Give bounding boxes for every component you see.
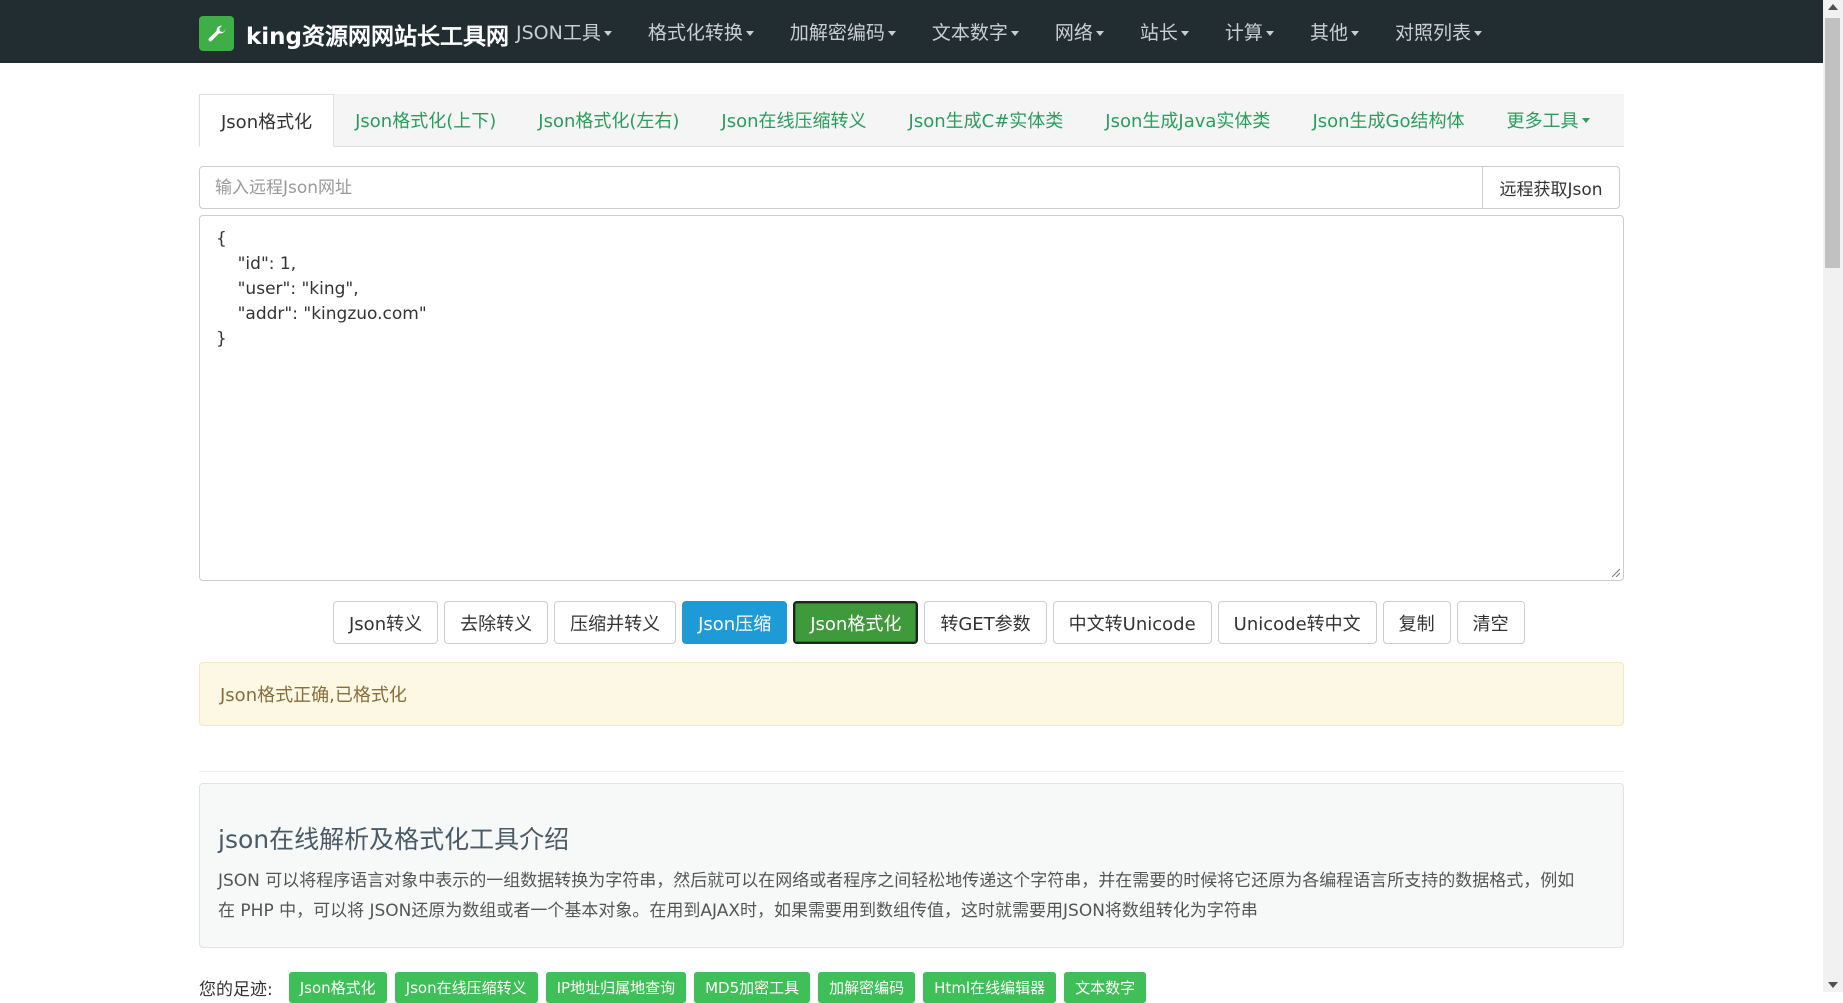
caret-down-icon [1180,31,1189,36]
nav-item-json-tools[interactable]: JSON工具 [516,18,612,45]
wrench-icon [199,16,234,51]
footprint-tag[interactable]: Json在线压缩转义 [394,972,538,1003]
caret-down-icon [745,31,754,36]
brand[interactable]: king资源网网站长工具网 [199,16,509,51]
clear-button[interactable]: 清空 [1456,601,1525,644]
nav-item-other[interactable]: 其他 [1310,18,1359,45]
footprint-tag[interactable]: Html在线编辑器 [923,972,1057,1003]
json-escape-button[interactable]: Json转义 [333,601,439,644]
json-compress-button[interactable]: Json压缩 [682,601,788,644]
nav-item-network[interactable]: 网络 [1055,18,1104,45]
nav-menu: JSON工具 格式化转换 加解密编码 文本数字 网络 站长 计算 其他 对照列表 [516,0,1518,63]
nav-item-reference-list[interactable]: 对照列表 [1395,18,1482,45]
footprint-tag[interactable]: 加解密编码 [818,972,916,1003]
tool-tabs: Json格式化 Json格式化(上下) Json格式化(左右) Json在线压缩… [199,94,1624,147]
caret-down-icon [1581,117,1590,123]
top-navbar: king资源网网站长工具网 JSON工具 格式化转换 加解密编码 文本数字 网络… [0,0,1823,63]
scrollbar-thumb[interactable] [1825,18,1840,268]
footprint-tag[interactable]: IP地址归属地查询 [545,972,687,1003]
scroll-down-arrow-icon[interactable] [1828,982,1838,988]
unicode-to-chinese-button[interactable]: Unicode转中文 [1217,601,1377,644]
caret-down-icon [1350,31,1359,36]
tab-json-format-vertical[interactable]: Json格式化(上下) [334,94,517,146]
caret-down-icon [887,31,896,36]
status-message: Json格式正确,已格式化 [220,685,407,706]
caret-down-icon [1010,31,1019,36]
nav-item-webmaster[interactable]: 站长 [1140,18,1189,45]
action-buttons: Json转义 去除转义 压缩并转义 Json压缩 Json格式化 转GET参数 … [333,601,1531,644]
footprint-tag[interactable]: MD5加密工具 [694,972,811,1003]
caret-down-icon [603,31,612,36]
caret-down-icon [1473,31,1482,36]
intro-text: JSON 可以将程序语言对象中表示的一组数据转换为字符串，然后就可以在网络或者程… [218,871,1575,921]
tab-json-format[interactable]: Json格式化 [199,94,335,147]
intro-title: json在线解析及格式化工具介绍 [218,825,570,854]
tab-json-format-horizontal[interactable]: Json格式化(左右) [517,94,700,146]
tab-more-tools[interactable]: 更多工具 [1486,94,1611,146]
json-format-button[interactable]: Json格式化 [793,601,919,644]
json-editor[interactable] [199,215,1624,581]
remote-url-group: 远程获取Json [199,166,1620,209]
nav-item-encrypt-encode[interactable]: 加解密编码 [790,18,896,45]
intro-panel: json在线解析及格式化工具介绍 JSON 可以将程序语言对象中表示的一组数据转… [199,783,1624,948]
remove-escape-button[interactable]: 去除转义 [444,601,549,644]
compress-escape-button[interactable]: 压缩并转义 [554,601,677,644]
fetch-remote-json-button[interactable]: 远程获取Json [1482,166,1620,209]
footprints: 您的足迹: Json格式化 Json在线压缩转义 IP地址归属地查询 MD5加密… [199,972,1154,1003]
chinese-to-unicode-button[interactable]: 中文转Unicode [1052,601,1212,644]
caret-down-icon [1265,31,1274,36]
status-alert: Json格式正确,已格式化 [199,662,1624,726]
nav-item-format-convert[interactable]: 格式化转换 [648,18,754,45]
caret-down-icon [1095,31,1104,36]
copy-button[interactable]: 复制 [1382,601,1451,644]
resize-grip-icon[interactable] [1610,567,1620,577]
tab-json-to-go[interactable]: Json生成Go结构体 [1291,94,1485,146]
to-get-params-button[interactable]: 转GET参数 [924,601,1047,644]
tab-json-compress-escape[interactable]: Json在线压缩转义 [700,94,887,146]
brand-name: king资源网网站长工具网 [246,23,510,50]
footprint-tag[interactable]: Json格式化 [288,972,387,1003]
footprint-tag[interactable]: 文本数字 [1064,972,1147,1003]
nav-item-text-number[interactable]: 文本数字 [932,18,1019,45]
footprints-label: 您的足迹: [199,980,273,1000]
tab-json-to-java[interactable]: Json生成Java实体类 [1084,94,1291,146]
tab-json-to-csharp[interactable]: Json生成C#实体类 [888,94,1085,146]
nav-item-calculate[interactable]: 计算 [1225,18,1274,45]
remote-url-input[interactable] [199,166,1482,209]
page-scrollbar[interactable] [1823,0,1843,992]
scroll-up-arrow-icon[interactable] [1828,4,1838,10]
divider [199,771,1624,772]
